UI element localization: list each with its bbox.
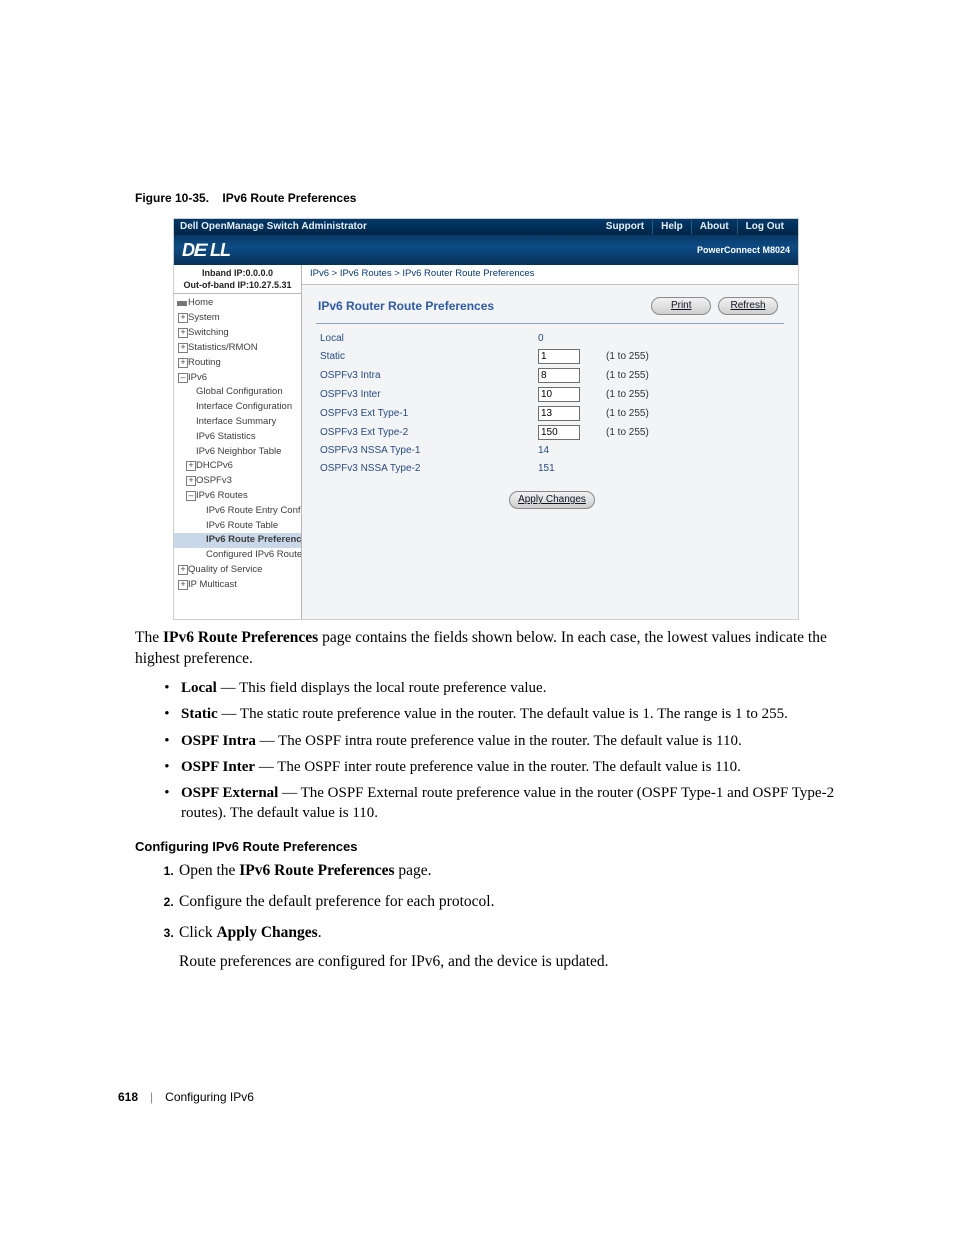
field-descriptions: Local — This field displays the local ro… [135, 678, 839, 824]
apply-changes-button[interactable]: Apply Changes [509, 491, 595, 509]
lead-paragraph: The IPv6 Route Preferences page contains… [135, 628, 839, 670]
pref-range [602, 460, 784, 478]
print-button[interactable]: Print [651, 297, 711, 315]
pref-value: 151 [534, 460, 602, 478]
pref-input[interactable]: 1 [538, 349, 580, 364]
breadcrumb: IPv6 > IPv6 Routes > IPv6 Router Route P… [302, 265, 798, 285]
tree-item[interactable]: Home [174, 296, 301, 311]
pref-input[interactable]: 10 [538, 387, 580, 402]
step-item: Configure the default preference for eac… [177, 892, 839, 913]
page-number: 618 [118, 1089, 138, 1105]
refresh-button[interactable]: Refresh [718, 297, 778, 315]
app-title: Dell OpenManage Switch Administrator [180, 220, 367, 234]
tree-item[interactable]: OSPFv3 [174, 474, 301, 489]
ui-screenshot: Dell OpenManage Switch Administrator Sup… [173, 218, 799, 620]
figure-number: Figure 10-35. [135, 191, 209, 205]
table-row: Static 1 (1 to 255) [316, 347, 784, 366]
table-row: OSPFv3 Inter 10 (1 to 255) [316, 385, 784, 404]
pref-range [602, 330, 784, 348]
pref-range: (1 to 255) [602, 385, 784, 404]
subheading: Configuring IPv6 Route Preferences [135, 838, 839, 856]
panel-divider [316, 323, 784, 324]
tree-item[interactable]: IPv6 Routes [174, 489, 301, 504]
tree-item[interactable]: IPv6 Route Preferences [174, 533, 301, 548]
step-item: Click Apply Changes.Route preferences ar… [177, 923, 839, 973]
list-item: Static — The static route preference val… [177, 704, 839, 724]
pref-value: 0 [534, 330, 602, 348]
tree-item[interactable]: IPv6 Route Entry Configur [174, 504, 301, 519]
table-row: OSPFv3 Intra 8 (1 to 255) [316, 366, 784, 385]
step-result: Route preferences are configured for IPv… [179, 952, 839, 973]
list-item: OSPF Inter — The OSPF inter route prefer… [177, 757, 839, 777]
pref-label: OSPFv3 Intra [316, 366, 534, 385]
pref-label: Local [316, 330, 534, 348]
preferences-table: Local0Static 1 (1 to 255) OSPFv3 Intra 8 (1 t… [316, 330, 784, 478]
tree-item[interactable]: Global Configuration [174, 385, 301, 400]
list-item: Local — This field displays the local ro… [177, 678, 839, 698]
tree-item[interactable]: Quality of Service [174, 563, 301, 578]
pref-input[interactable]: 8 [538, 368, 580, 383]
sidebar: Inband IP:0.0.0.0 Out-of-band IP:10.27.5… [174, 265, 302, 619]
table-row: OSPFv3 Ext Type-2 150 (1 to 255) [316, 423, 784, 442]
main-pane: IPv6 > IPv6 Routes > IPv6 Router Route P… [302, 265, 798, 619]
pref-label: OSPFv3 Inter [316, 385, 534, 404]
inband-ip: Inband IP:0.0.0.0 [178, 267, 297, 279]
tree-item[interactable]: Interface Summary [174, 415, 301, 430]
tree-item[interactable]: Switching [174, 326, 301, 341]
page-footer: 618 | Configuring IPv6 [118, 1089, 254, 1105]
figure-title: IPv6 Route Preferences [222, 191, 356, 205]
tree-item[interactable]: System [174, 311, 301, 326]
footer-separator-icon: | [150, 1089, 153, 1105]
list-item: OSPF External — The OSPF External route … [177, 783, 839, 824]
brand-band: DELL PowerConnect M8024 [174, 235, 798, 265]
sidebar-meta: Inband IP:0.0.0.0 Out-of-band IP:10.27.5… [174, 265, 301, 294]
link-support[interactable]: Support [598, 220, 652, 234]
tree-item[interactable]: IPv6 [174, 371, 301, 386]
top-links: Support Help About Log Out [598, 220, 792, 234]
tree-item[interactable]: IPv6 Route Table [174, 519, 301, 534]
tree-item[interactable]: Configured IPv6 Routes [174, 548, 301, 563]
nav-tree: HomeSystemSwitchingStatistics/RMONRoutin… [174, 294, 301, 594]
tree-item[interactable]: Interface Configuration [174, 400, 301, 415]
link-about[interactable]: About [691, 220, 737, 234]
table-row: OSPFv3 NSSA Type-114 [316, 442, 784, 460]
link-logout[interactable]: Log Out [737, 220, 792, 234]
pref-label: OSPFv3 NSSA Type-2 [316, 460, 534, 478]
pref-value: 14 [534, 442, 602, 460]
pref-range: (1 to 255) [602, 366, 784, 385]
tree-item[interactable]: IPv6 Neighbor Table [174, 445, 301, 460]
tree-item[interactable]: DHCPv6 [174, 459, 301, 474]
oob-ip: Out-of-band IP:10.27.5.31 [178, 279, 297, 291]
pref-input[interactable]: 13 [538, 406, 580, 421]
tree-item[interactable]: Statistics/RMON [174, 341, 301, 356]
panel: IPv6 Router Route Preferences Print Refr… [316, 295, 784, 609]
tree-item[interactable]: IPv6 Statistics [174, 430, 301, 445]
pref-label: OSPFv3 Ext Type-2 [316, 423, 534, 442]
pref-label: Static [316, 347, 534, 366]
list-item: OSPF Intra — The OSPF intra route prefer… [177, 731, 839, 751]
window-title-bar: Dell OpenManage Switch Administrator Sup… [174, 219, 798, 235]
procedure-steps: Open the IPv6 Route Preferences page. Con… [135, 861, 839, 973]
tree-item[interactable]: IP Multicast [174, 578, 301, 593]
dell-logo: DELL [182, 238, 230, 262]
pref-label: OSPFv3 Ext Type-1 [316, 404, 534, 423]
step-item: Open the IPv6 Route Preferences page. [177, 861, 839, 882]
figure-caption: Figure 10-35. IPv6 Route Preferences [135, 190, 839, 206]
table-row: Local0 [316, 330, 784, 348]
model-label: PowerConnect M8024 [697, 244, 790, 256]
panel-title: IPv6 Router Route Preferences [318, 298, 494, 314]
pref-range: (1 to 255) [602, 347, 784, 366]
table-row: OSPFv3 Ext Type-1 13 (1 to 255) [316, 404, 784, 423]
table-row: OSPFv3 NSSA Type-2151 [316, 460, 784, 478]
pref-range [602, 442, 784, 460]
link-help[interactable]: Help [652, 220, 691, 234]
pref-input[interactable]: 150 [538, 425, 580, 440]
pref-range: (1 to 255) [602, 404, 784, 423]
chapter-title: Configuring IPv6 [165, 1089, 254, 1105]
pref-label: OSPFv3 NSSA Type-1 [316, 442, 534, 460]
pref-range: (1 to 255) [602, 423, 784, 442]
tree-item[interactable]: Routing [174, 356, 301, 371]
